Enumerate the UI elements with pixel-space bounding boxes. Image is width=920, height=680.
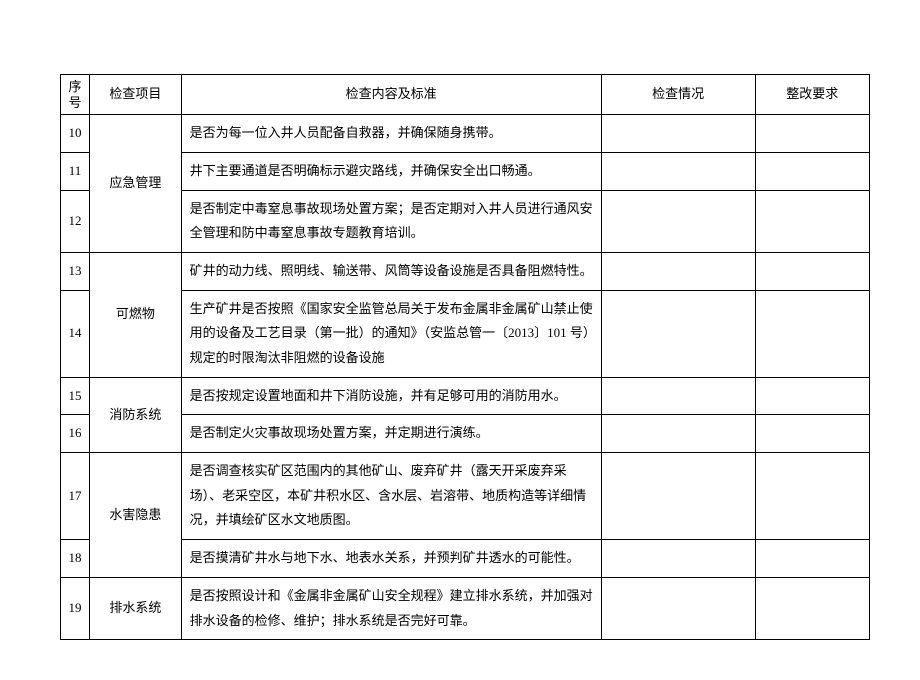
- inspection-table: 序号 检查项目 检查内容及标准 检查情况 整改要求 10 应急管理 是否为每一位…: [60, 74, 870, 640]
- header-std: 检查内容及标准: [181, 75, 601, 115]
- cell-stat: [601, 115, 755, 153]
- cell-seq: 19: [61, 577, 90, 639]
- cell-req: [755, 115, 869, 153]
- table-row: 12 是否制定中毒窒息事故现场处置方案；是否定期对入井人员进行通风安全管理和防中…: [61, 190, 870, 252]
- table-row: 11 井下主要通道是否明确标示避灾路线，并确保安全出口畅通。: [61, 152, 870, 190]
- cell-std: 是否制定火灾事故现场处置方案，并定期进行演练。: [181, 415, 601, 453]
- table-row: 16 是否制定火灾事故现场处置方案，并定期进行演练。: [61, 415, 870, 453]
- cell-std: 是否摸清矿井水与地下水、地表水关系，并预判矿井透水的可能性。: [181, 540, 601, 578]
- cell-req: [755, 415, 869, 453]
- cell-seq: 16: [61, 415, 90, 453]
- cell-req: [755, 190, 869, 252]
- cell-seq: 11: [61, 152, 90, 190]
- cell-std: 是否制定中毒窒息事故现场处置方案；是否定期对入井人员进行通风安全管理和防中毒窒息…: [181, 190, 601, 252]
- cell-req: [755, 252, 869, 290]
- cell-std: 井下主要通道是否明确标示避灾路线，并确保安全出口畅通。: [181, 152, 601, 190]
- cell-req: [755, 453, 869, 540]
- cell-seq: 17: [61, 453, 90, 540]
- header-req: 整改要求: [755, 75, 869, 115]
- cell-stat: [601, 152, 755, 190]
- cell-req: [755, 540, 869, 578]
- cell-req: [755, 577, 869, 639]
- cell-seq: 18: [61, 540, 90, 578]
- cell-item-fire: 消防系统: [90, 377, 182, 452]
- header-item: 检查项目: [90, 75, 182, 115]
- cell-item-water-hazard: 水害隐患: [90, 453, 182, 578]
- cell-req: [755, 290, 869, 377]
- cell-stat: [601, 290, 755, 377]
- header-stat: 检查情况: [601, 75, 755, 115]
- cell-stat: [601, 540, 755, 578]
- cell-std: 是否调查核实矿区范围内的其他矿山、废弃矿井（露天开采废弃采场）、老采空区，本矿井…: [181, 453, 601, 540]
- cell-std: 矿井的动力线、照明线、输送带、风筒等设备设施是否具备阻燃特性。: [181, 252, 601, 290]
- cell-item-combustible: 可燃物: [90, 252, 182, 377]
- cell-stat: [601, 577, 755, 639]
- header-seq: 序号: [61, 75, 90, 115]
- cell-stat: [601, 453, 755, 540]
- cell-std: 是否按照设计和《金属非金属矿山安全规程》建立排水系统，并加强对排水设备的检修、维…: [181, 577, 601, 639]
- cell-stat: [601, 377, 755, 415]
- cell-seq: 12: [61, 190, 90, 252]
- cell-stat: [601, 252, 755, 290]
- cell-req: [755, 152, 869, 190]
- cell-seq: 15: [61, 377, 90, 415]
- cell-seq: 13: [61, 252, 90, 290]
- table-row: 18 是否摸清矿井水与地下水、地表水关系，并预判矿井透水的可能性。: [61, 540, 870, 578]
- cell-std: 是否按规定设置地面和井下消防设施，并有足够可用的消防用水。: [181, 377, 601, 415]
- table-row: 15 消防系统 是否按规定设置地面和井下消防设施，并有足够可用的消防用水。: [61, 377, 870, 415]
- table-row: 13 可燃物 矿井的动力线、照明线、输送带、风筒等设备设施是否具备阻燃特性。: [61, 252, 870, 290]
- table-row: 19 排水系统 是否按照设计和《金属非金属矿山安全规程》建立排水系统，并加强对排…: [61, 577, 870, 639]
- cell-stat: [601, 415, 755, 453]
- cell-std: 是否为每一位入井人员配备自救器，并确保随身携带。: [181, 115, 601, 153]
- table-row: 17 水害隐患 是否调查核实矿区范围内的其他矿山、废弃矿井（露天开采废弃采场）、…: [61, 453, 870, 540]
- cell-std: 生产矿井是否按照《国家安全监管总局关于发布金属非金属矿山禁止使用的设备及工艺目录…: [181, 290, 601, 377]
- cell-stat: [601, 190, 755, 252]
- cell-seq: 14: [61, 290, 90, 377]
- cell-seq: 10: [61, 115, 90, 153]
- cell-req: [755, 377, 869, 415]
- cell-item-emergency: 应急管理: [90, 115, 182, 253]
- cell-item-drainage: 排水系统: [90, 577, 182, 639]
- table-row: 10 应急管理 是否为每一位入井人员配备自救器，并确保随身携带。: [61, 115, 870, 153]
- table-row: 14 生产矿井是否按照《国家安全监管总局关于发布金属非金属矿山禁止使用的设备及工…: [61, 290, 870, 377]
